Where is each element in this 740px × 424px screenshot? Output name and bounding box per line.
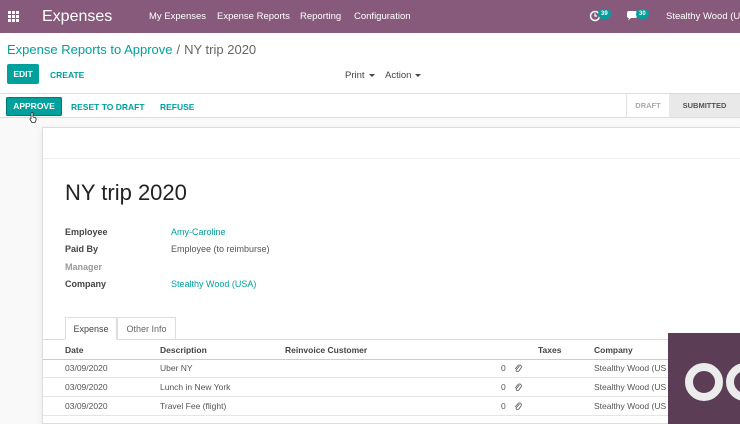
app-name[interactable]: Expenses [42, 8, 112, 26]
paid-by-value: Employee (to reimburse) [171, 244, 270, 254]
statusbar: APPROVE RESET TO DRAFT REFUSE DRAFT SUBM… [0, 93, 740, 118]
row-attachment-count: 0 [501, 401, 506, 411]
menu-expense-reports[interactable]: Expense Reports [217, 11, 290, 22]
row-date: 03/09/2020 [65, 401, 108, 411]
edit-button[interactable]: EDIT [7, 64, 39, 84]
paperclip-icon[interactable] [514, 401, 522, 411]
row-description: Lunch in New York [160, 382, 231, 392]
tab-expense[interactable]: Expense [65, 317, 117, 340]
employee-value[interactable]: Amy-Caroline [171, 227, 226, 237]
logo-ring-icon [726, 363, 740, 401]
row-attachment-count: 0 [501, 382, 506, 392]
breadcrumb-parent[interactable]: Expense Reports to Approve [7, 42, 173, 57]
breadcrumb-separator: / [176, 42, 181, 57]
control-panel: Expense Reports to Approve / NY trip 2020 … [0, 33, 740, 93]
manager-label: Manager [65, 262, 103, 272]
menu-my-expenses[interactable]: My Expenses [149, 11, 206, 22]
row-company: Stealthy Wood (US [594, 363, 667, 373]
stage-draft[interactable]: DRAFT [626, 94, 669, 117]
logo-ring-icon [685, 363, 723, 401]
row-attachment-count: 0 [501, 363, 506, 373]
breadcrumb: Expense Reports to Approve / NY trip 2020 [7, 42, 256, 57]
company-label: Company [65, 279, 107, 289]
paid-by-label: Paid By [65, 244, 99, 254]
paperclip-icon[interactable] [514, 363, 522, 373]
tab-divider [43, 339, 740, 340]
print-dropdown[interactable]: Print [345, 70, 375, 81]
row-company: Stealthy Wood (US [594, 382, 667, 392]
top-navbar: Expenses My Expenses Expense Reports Rep… [0, 0, 740, 33]
row-company: Stealthy Wood (US [594, 401, 667, 411]
activity-count-badge: 39 [598, 9, 611, 19]
hand-cursor-icon [29, 112, 37, 123]
caret-down-icon [368, 73, 375, 77]
form-sheet: NY trip 2020 Employee Amy-Caroline Paid … [42, 127, 740, 424]
reset-to-draft-button[interactable]: RESET TO DRAFT [71, 102, 145, 112]
row-date: 03/09/2020 [65, 382, 108, 392]
sheet-divider [43, 158, 740, 159]
messages-count-badge: 30 [636, 9, 649, 19]
company-switcher[interactable]: Stealthy Wood (US [666, 11, 740, 22]
menu-reporting[interactable]: Reporting [300, 11, 341, 22]
action-label: Action [385, 70, 412, 81]
table-row[interactable]: 03/09/2020 Uber NY 0 Stealthy Wood (US [43, 359, 740, 378]
video-logo-overlay [668, 333, 740, 424]
stage-submitted[interactable]: SUBMITTED [669, 94, 740, 117]
tab-other-info[interactable]: Other Info [117, 317, 176, 340]
table-row[interactable]: 03/09/2020 Travel Fee (flight) 0 Stealth… [43, 397, 740, 416]
column-date[interactable]: Date [65, 345, 83, 355]
print-label: Print [345, 70, 365, 81]
menu-configuration[interactable]: Configuration [354, 11, 411, 22]
column-reinvoice-customer[interactable]: Reinvoice Customer [285, 345, 367, 355]
record-title[interactable]: NY trip 2020 [65, 180, 187, 206]
caret-down-icon [415, 73, 422, 77]
apps-grid-icon[interactable] [8, 11, 19, 22]
action-dropdown[interactable]: Action [385, 70, 422, 81]
paperclip-icon[interactable] [514, 382, 522, 392]
column-taxes[interactable]: Taxes [538, 345, 561, 355]
table-row[interactable]: 03/09/2020 Lunch in New York 0 Stealthy … [43, 378, 740, 397]
row-description: Travel Fee (flight) [160, 401, 227, 411]
create-button[interactable]: CREATE [50, 70, 84, 80]
refuse-button[interactable]: REFUSE [160, 102, 194, 112]
breadcrumb-current: NY trip 2020 [184, 42, 257, 57]
column-company[interactable]: Company [594, 345, 633, 355]
row-date: 03/09/2020 [65, 363, 108, 373]
employee-label: Employee [65, 227, 108, 237]
company-value[interactable]: Stealthy Wood (USA) [171, 279, 256, 289]
column-description[interactable]: Description [160, 345, 207, 355]
row-description: Uber NY [160, 363, 193, 373]
